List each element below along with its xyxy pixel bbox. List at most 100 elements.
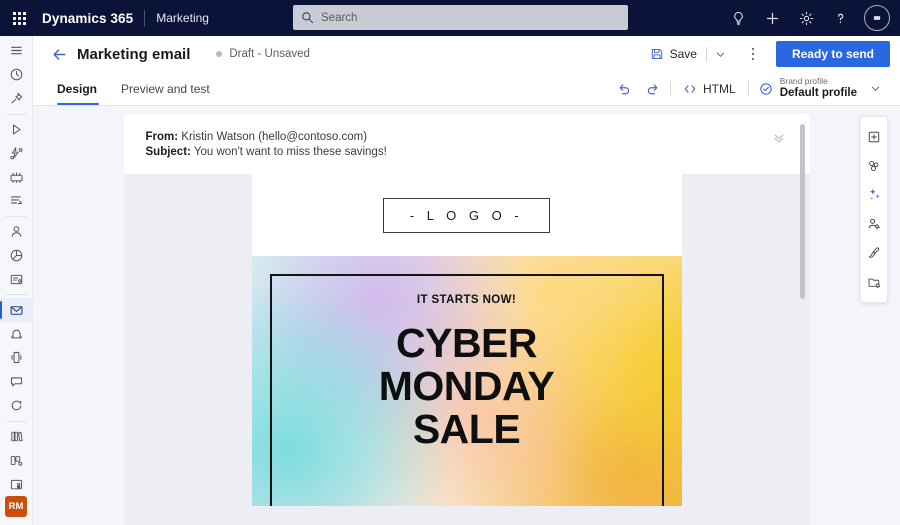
sidebar-item-pinned[interactable] <box>0 87 33 111</box>
assets-folder-icon[interactable] <box>861 269 887 295</box>
page-title: Marketing email <box>77 45 191 63</box>
html-button[interactable]: HTML <box>675 78 744 100</box>
code-brackets-icon <box>683 82 697 96</box>
editor-tools: HTML Brand profile Default profile <box>611 72 890 105</box>
brand-profile-selector[interactable]: Brand profile Default profile <box>753 75 890 103</box>
undo-icon[interactable] <box>611 76 638 102</box>
environment-badge[interactable]: RM <box>5 496 27 517</box>
redo-icon[interactable] <box>639 76 666 102</box>
sidebar-item-forms[interactable] <box>0 268 33 292</box>
vertical-ellipsis-icon <box>751 47 755 61</box>
rail-divider <box>5 113 27 115</box>
personalization-person-settings-icon[interactable] <box>861 211 887 237</box>
status-dot <box>216 51 223 57</box>
html-label: HTML <box>703 81 736 96</box>
email-subject-row: Subject: You won't want to miss these sa… <box>146 145 788 160</box>
elements-components-icon[interactable] <box>861 153 887 179</box>
rail-divider <box>5 294 27 296</box>
email-header-panel: From: Kristin Watson (hello@contoso.com)… <box>123 114 810 175</box>
gear-icon[interactable] <box>790 3 822 33</box>
email-body: - L O G O - IT STARTS NOW! CYBER MONDAY … <box>124 174 810 507</box>
search-bar[interactable] <box>293 5 628 30</box>
suite-header: Dynamics 365 Marketing <box>0 0 900 36</box>
search-icon <box>302 12 314 24</box>
plus-icon[interactable] <box>756 3 788 33</box>
search-input[interactable] <box>321 11 620 24</box>
hero-title-line-2: MONDAY <box>378 362 555 409</box>
logo-block[interactable]: - L O G O - <box>251 174 682 257</box>
status-badge: Draft - Unsaved <box>216 48 310 60</box>
sidebar-item-assets[interactable] <box>0 472 33 496</box>
sidebar-item-mobile[interactable] <box>0 346 33 370</box>
help-icon[interactable] <box>824 3 856 33</box>
brand-profile-value: Default profile <box>779 86 857 99</box>
save-label: Save <box>669 47 697 61</box>
sidebar-item-library[interactable] <box>0 424 33 448</box>
command-bar-actions: Save Ready to send <box>644 41 890 67</box>
dynamics365-marketing-email-editor: Dynamics 365 Marketing Search RM Marketi… <box>0 0 900 525</box>
brand-profile-chevron-down-icon[interactable] <box>864 77 886 101</box>
tab-design[interactable]: Design <box>47 72 109 105</box>
styles-paint-brush-icon[interactable] <box>861 240 887 266</box>
rail-divider <box>5 215 27 217</box>
sidebar-item-custom-channel[interactable] <box>0 394 33 418</box>
hero-title-line-3: SALE <box>412 405 521 452</box>
brand-profile-text: Brand profile Default profile <box>780 77 857 99</box>
from-value[interactable]: Kristin Watson (hello@contoso.com) <box>181 131 367 143</box>
rail-divider <box>5 420 27 422</box>
app-body: RM Marketing email Draft - Unsaved Save … <box>0 36 900 525</box>
command-divider <box>705 46 707 62</box>
brand-profile-label: Brand profile <box>779 76 828 87</box>
subject-label: Subject: <box>145 146 191 159</box>
email-from-row: From: Kristin Watson (hello@contoso.com) <box>146 130 788 145</box>
app-launcher-icon[interactable] <box>4 3 34 33</box>
logo-placeholder: - L O G O - <box>382 197 551 233</box>
sidebar-item-segments[interactable] <box>0 165 33 189</box>
waffle-grid <box>12 11 26 25</box>
status-text: Draft - Unsaved <box>229 48 310 60</box>
sidebar-item-push[interactable] <box>0 322 33 346</box>
back-arrow-icon[interactable] <box>47 42 71 66</box>
sidebar-item-customers[interactable] <box>0 220 33 244</box>
app-name-label[interactable]: Marketing <box>156 11 209 25</box>
tab-preview-and-test[interactable]: Preview and test <box>109 72 222 105</box>
sidebar-item-emails[interactable] <box>0 298 33 323</box>
more-commands-button[interactable] <box>740 41 766 67</box>
email-canvas-area: From: Kristin Watson (hello@contoso.com)… <box>33 106 900 525</box>
subject-value[interactable]: You won't want to miss these savings! <box>194 146 387 158</box>
main-region: Marketing email Draft - Unsaved Save Rea… <box>33 36 900 525</box>
brand-title[interactable]: Dynamics 365 <box>42 11 133 26</box>
expand-header-double-chevron-down-icon[interactable] <box>768 128 790 148</box>
brand-divider <box>144 9 146 27</box>
save-dropdown-chevron-down-icon[interactable] <box>710 42 732 66</box>
sidebar-item-journeys[interactable] <box>0 117 33 141</box>
editor-tab-bar: Design Preview and test HTML Brand profi… <box>33 72 900 106</box>
email-content-column: - L O G O - IT STARTS NOW! CYBER MONDAY … <box>251 174 682 507</box>
lightbulb-icon[interactable] <box>722 3 754 33</box>
editor-tool-panel <box>860 116 888 303</box>
sidebar-item-text-messages[interactable] <box>0 370 33 394</box>
sidebar-item-triggers[interactable] <box>0 141 33 165</box>
hero-kicker: IT STARTS NOW! <box>416 294 517 307</box>
add-element-icon[interactable] <box>861 124 887 150</box>
check-circle-icon <box>759 82 773 96</box>
sidebar-item-analytics[interactable] <box>0 244 33 268</box>
save-button[interactable]: Save <box>644 43 703 65</box>
suite-actions <box>722 3 892 33</box>
avatar[interactable] <box>864 5 890 31</box>
hero-title: CYBER MONDAY SALE <box>378 322 555 452</box>
email-canvas: From: Kristin Watson (hello@contoso.com)… <box>123 114 810 525</box>
sidebar-item-templates[interactable] <box>0 448 33 472</box>
hero-banner-image[interactable]: IT STARTS NOW! CYBER MONDAY SALE <box>251 256 682 507</box>
sidebar-item-recent[interactable] <box>0 63 33 87</box>
left-navigation-rail: RM <box>0 36 33 525</box>
ready-to-send-button[interactable]: Ready to send <box>775 41 890 67</box>
canvas-scrollbar[interactable] <box>799 122 806 525</box>
from-label: From: <box>145 131 179 143</box>
sidebar-item-flows[interactable] <box>0 189 33 213</box>
hero-frame: IT STARTS NOW! CYBER MONDAY SALE <box>269 274 664 507</box>
sidebar-item-menu[interactable] <box>0 39 33 63</box>
canvas-scrollbar-thumb[interactable] <box>800 124 805 299</box>
sparkle-ai-icon[interactable] <box>861 182 887 208</box>
tools-divider <box>747 81 749 96</box>
